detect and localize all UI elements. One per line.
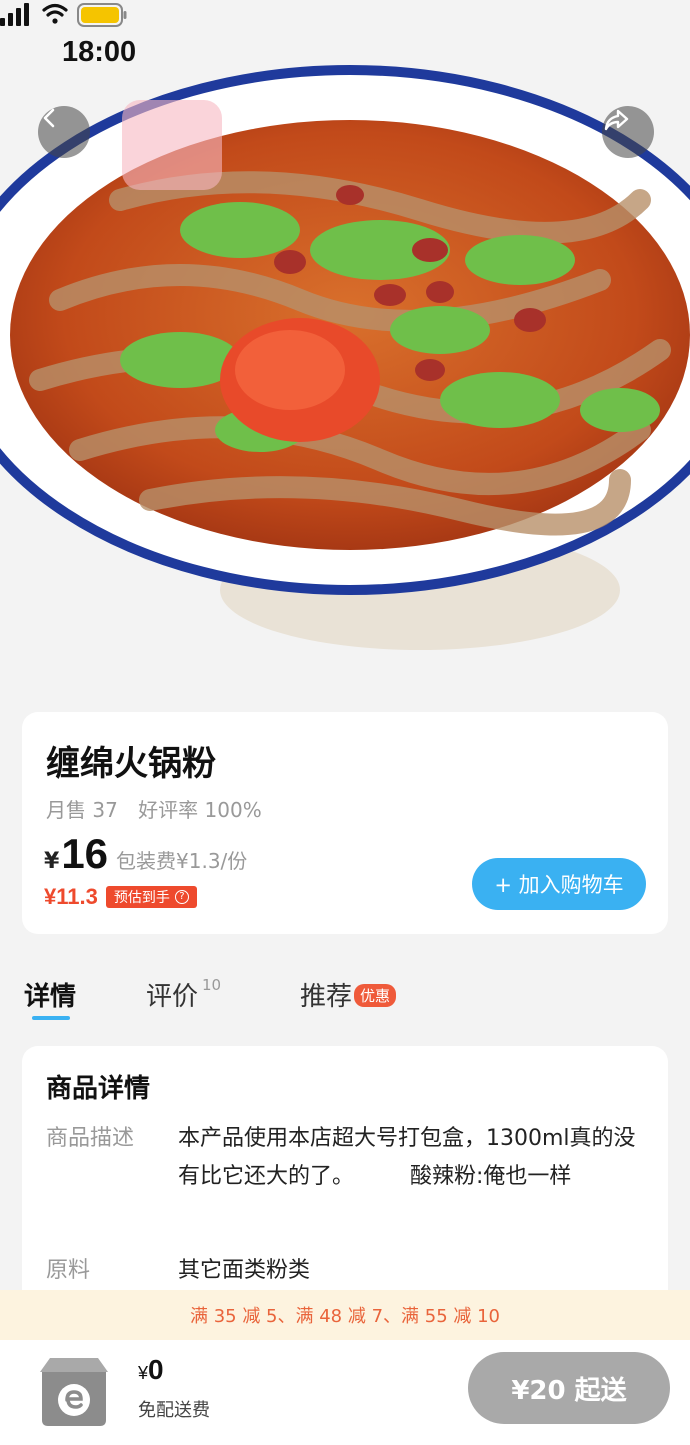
bottom-cart-bar: ¥0 免配送费 ¥20 起送 bbox=[0, 1340, 690, 1445]
active-tab-indicator bbox=[32, 1016, 70, 1020]
detail-tabs: 详情 评价 10 推荐 优惠 bbox=[0, 958, 690, 1022]
monthly-sales: 月售 37 bbox=[46, 798, 118, 822]
description-row: 商品描述 本产品使用本店超大号打包盒，1300ml真的没有比它还大的了。 酸辣粉… bbox=[46, 1120, 646, 1240]
material-value: 其它面类粉类 bbox=[178, 1258, 311, 1283]
estimated-badge[interactable]: 预估到手 ? bbox=[105, 886, 197, 908]
product-detail-card: 商品详情 商品描述 本产品使用本店超大号打包盒，1300ml真的没有比它还大的了… bbox=[22, 1046, 668, 1326]
tab-details-label: 详情 bbox=[24, 982, 77, 1012]
minimum-order-button[interactable]: ¥20 起送 bbox=[468, 1352, 670, 1424]
product-info-card: 缠绵火锅粉 月售 37 好评率 100% ¥16 包装费¥1.3/份 ¥11.3 … bbox=[22, 712, 668, 934]
wifi-icon bbox=[42, 3, 68, 24]
currency-symbol: ¥ bbox=[44, 849, 60, 874]
status-time: 18:00 bbox=[62, 36, 137, 68]
product-price: 16 bbox=[61, 830, 109, 877]
shop-logo-stamp bbox=[122, 100, 222, 190]
question-icon: ? bbox=[174, 890, 189, 904]
tab-recommend-label: 推荐 bbox=[300, 982, 353, 1012]
tab-details[interactable]: 详情 bbox=[24, 976, 76, 1013]
signal-icon bbox=[0, 3, 29, 26]
product-image: 18:00 bbox=[0, 0, 690, 700]
chevron-left-icon bbox=[43, 108, 55, 128]
material-label: 原料 bbox=[46, 1258, 91, 1283]
detail-title: 商品详情 bbox=[46, 1074, 151, 1104]
shopping-bag-icon[interactable] bbox=[32, 1350, 116, 1434]
share-button[interactable] bbox=[602, 106, 654, 158]
description-label: 商品描述 bbox=[46, 1126, 135, 1151]
add-to-cart-button[interactable]: + 加入购物车 bbox=[472, 858, 646, 910]
tab-recommend[interactable]: 推荐 优惠 bbox=[300, 976, 397, 1013]
tab-reviews-label: 评价 bbox=[146, 982, 199, 1012]
review-count: 10 bbox=[202, 976, 222, 994]
positive-rate: 好评率 100% bbox=[138, 798, 262, 822]
packaging-fee: 包装费¥1.3/份 bbox=[116, 849, 248, 873]
status-icons bbox=[0, 3, 127, 27]
share-arrow-icon bbox=[604, 109, 629, 131]
status-bar: 18:00 bbox=[0, 0, 690, 100]
back-button[interactable] bbox=[38, 106, 90, 158]
delivery-fee-note: 免配送费 bbox=[138, 1400, 210, 1421]
estimated-price: ¥11.3 bbox=[44, 884, 98, 909]
price-row: ¥16 包装费¥1.3/份 bbox=[44, 830, 247, 884]
estimated-price-row: ¥11.3 预估到手 ? bbox=[44, 884, 197, 910]
estimated-badge-label: 预估到手 bbox=[113, 890, 170, 906]
noodle-bowl-illustration bbox=[0, 65, 690, 650]
battery-icon bbox=[77, 3, 127, 27]
discount-badge: 优惠 bbox=[354, 984, 397, 1007]
sales-stats: 月售 37 好评率 100% bbox=[46, 794, 276, 823]
product-name: 缠绵火锅粉 bbox=[46, 744, 216, 784]
material-row: 原料 其它面类粉类 bbox=[46, 1252, 646, 1292]
promotion-banner: 满 35 减 5、满 48 减 7、满 55 减 10 bbox=[0, 1290, 690, 1340]
description-value: 本产品使用本店超大号打包盒，1300ml真的没有比它还大的了。 酸辣粉:俺也一样 bbox=[178, 1126, 636, 1189]
tab-reviews[interactable]: 评价 10 bbox=[146, 976, 221, 1013]
cart-currency: ¥ bbox=[138, 1363, 149, 1383]
cart-amount: 0 bbox=[148, 1354, 164, 1385]
cart-total: ¥0 bbox=[138, 1354, 164, 1386]
